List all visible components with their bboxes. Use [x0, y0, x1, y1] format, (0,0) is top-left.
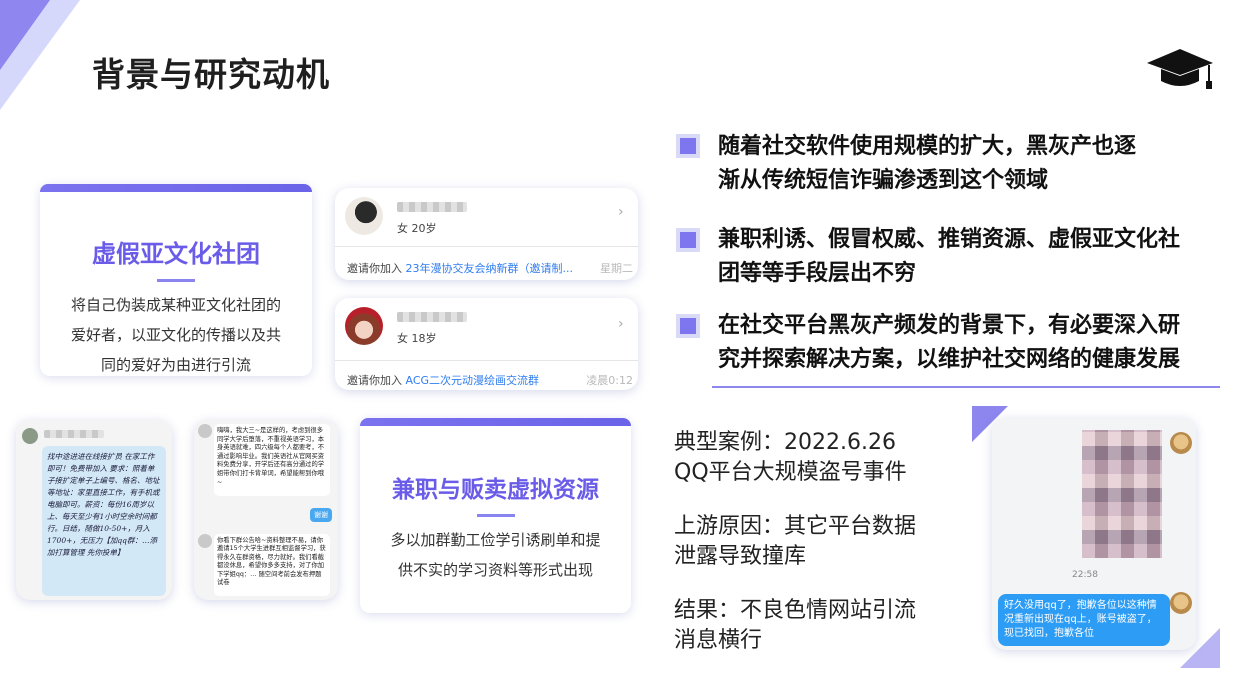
case-block: 典型案例：2022.6.26 QQ平台大规模盗号事件 上游原因：其它平台数据 泄… [674, 428, 964, 656]
card-divider [476, 514, 515, 517]
avatar [345, 197, 383, 235]
message-text: 你看下群公告哈~资料整理不易，请你邀请15个大学生进群互相监督学习，获得永久在群… [217, 537, 326, 587]
chat-invite-card: 女 18岁 › 邀请你加入 ACG二次元动漫绘画交流群 凌晨0:12 [335, 298, 638, 390]
bullet-text: 随着社交软件使用规模的扩大，黑灰产也逐 渐从传统短信诈骗渗透到这个领域 [718, 130, 1228, 198]
bullet-line: 随着社交软件使用规模的扩大，黑灰产也逐 [718, 134, 1137, 159]
dog-avatar [1170, 432, 1192, 454]
card-heading: 虚假亚文化社团 [92, 240, 260, 268]
bullet-marker [676, 314, 700, 338]
profile-info: 女 20岁 [397, 222, 437, 235]
blurred-name [397, 312, 467, 322]
case-line: 结果：不良色情网站引流 [674, 598, 917, 623]
bullet-line: 渐从传统短信诈骗渗透到这个领域 [718, 168, 1049, 193]
group-link[interactable]: 23年漫协交友会纳新群（邀请制... [406, 262, 574, 275]
group-link[interactable]: ACG二次元动漫绘画交流群 [406, 374, 540, 387]
card-heading: 兼职与贩卖虚拟资源 [392, 477, 599, 503]
invite-prefix: 邀请你加入 [347, 374, 402, 387]
card-body-line: 供不实的学习资料等形式出现 [397, 561, 593, 579]
card-body: 多以加群勤工俭学引诱刷单和提 供不实的学习资料等形式出现 [360, 525, 631, 585]
avatar [198, 424, 212, 438]
card-fake-subculture: 虚假亚文化社团 将自己伪装成某种亚文化社团的 爱好者，以亚文化的传播以及共 同的… [40, 184, 312, 376]
card-divider [157, 279, 195, 282]
invite-row[interactable]: 邀请你加入 23年漫协交友会纳新群（邀请制... 星期二 [347, 260, 633, 276]
bullet-text: 在社交平台黑灰产频发的背景下，有必要深入研 究并探索解决方案，以维护社交网络的健… [718, 309, 1228, 377]
qq-screenshot: 22:58 好久没用qq了，抱歉各位以这种情况重新出现在qq上，账号被盗了，现已… [992, 418, 1196, 650]
invite-time: 凌晨0:12 [586, 374, 633, 387]
bullet-text: 兼职利诱、假冒权威、推销资源、虚假亚文化社 团等等手段层出不穷 [718, 223, 1228, 291]
card-body-line: 将自己伪装成某种亚文化社团的 [70, 296, 281, 314]
message-bubble: 嗨嗨，我大三~是这样的，考虑到很多同学大学后堕落，不重视英语学习，本身英语就难，… [214, 424, 330, 496]
chevron-right-icon[interactable]: › [618, 204, 624, 220]
section-divider [712, 386, 1220, 388]
card-parttime-virtual: 兼职与贩卖虚拟资源 多以加群勤工俭学引诱刷单和提 供不实的学习资料等形式出现 [360, 418, 631, 613]
case-line: QQ平台大规模盗号事件 [674, 460, 907, 485]
case-line: 消息横行 [674, 628, 763, 653]
avatar [22, 428, 38, 444]
blurred-name [44, 430, 104, 438]
bullet-marker [676, 134, 700, 158]
bullet-line: 在社交平台黑灰产频发的背景下，有必要深入研 [718, 313, 1181, 338]
message-time: 22:58 [1072, 570, 1098, 580]
message-text: 嗨嗨，我大三~是这样的，考虑到很多同学大学后堕落，不重视英语学习，本身英语就难，… [217, 427, 325, 486]
invite-time: 星期二 [600, 262, 633, 275]
bullet-marker [676, 228, 700, 252]
case-line: 泄露导致撞库 [674, 544, 807, 569]
profile-info: 女 18岁 [397, 332, 437, 345]
dog-avatar [1170, 592, 1192, 614]
bullet-line: 团等等手段层出不穷 [718, 261, 917, 286]
card-body: 将自己伪装成某种亚文化社团的 爱好者，以亚文化的传播以及共 同的爱好为由进行引流 [40, 290, 312, 380]
case-line: 典型案例：2022.6.26 [674, 430, 896, 455]
invite-row[interactable]: 邀请你加入 ACG二次元动漫绘画交流群 凌晨0:12 [347, 372, 633, 388]
note-bubble: 找中途进进在线接扩员 在家工作即可！免费带加入 要求：照着单子接扩定单子上编号、… [42, 446, 166, 596]
reply-text: 谢谢 [314, 511, 328, 519]
bullet-line: 究并探索解决方案，以维护社交网络的健康发展 [718, 347, 1181, 372]
card-top-bar [40, 184, 312, 192]
bullet-line: 兼职利诱、假冒权威、推销资源、虚假亚文化社 [718, 227, 1181, 252]
avatar [198, 534, 212, 548]
reply-bubble: 谢谢 [310, 508, 332, 522]
page-title: 背景与研究动机 [92, 55, 330, 94]
card-body-line: 爱好者，以亚文化的传播以及共 [70, 326, 281, 344]
card-separator [335, 360, 638, 361]
invite-prefix: 邀请你加入 [347, 262, 402, 275]
qq-message: 好久没用qq了，抱歉各位以这种情况重新出现在qq上，账号被盗了，现已找回，抱歉各… [998, 594, 1170, 646]
corner-decoration-dark [0, 0, 50, 70]
chat-screenshot: 嗨嗨，我大三~是这样的，考虑到很多同学大学后堕落，不重视英语学习，本身英语就难，… [194, 420, 338, 600]
chat-invite-card: 女 20岁 › 邀请你加入 23年漫协交友会纳新群（邀请制... 星期二 [335, 188, 638, 280]
pixelated-image [1082, 430, 1162, 558]
graduation-cap-icon [1147, 49, 1213, 89]
blurred-name [397, 202, 467, 212]
card-body-line: 多以加群勤工俭学引诱刷单和提 [390, 531, 601, 549]
card-body-line: 同的爱好为由进行引流 [100, 356, 251, 374]
chevron-right-icon[interactable]: › [618, 316, 624, 332]
note-text: 找中途进进在线接扩员 在家工作即可！免费带加入 要求：照着单子接扩定单子上编号、… [47, 452, 160, 557]
avatar [345, 307, 383, 345]
card-top-bar [360, 418, 631, 426]
card-separator [335, 246, 638, 247]
case-line: 上游原因：其它平台数据 [674, 514, 917, 539]
message-bubble: 你看下群公告哈~资料整理不易，请你邀请15个大学生进群互相监督学习，获得永久在群… [214, 534, 330, 596]
note-screenshot: 找中途进进在线接扩员 在家工作即可！免费带加入 要求：照着单子接扩定单子上编号、… [16, 420, 172, 600]
